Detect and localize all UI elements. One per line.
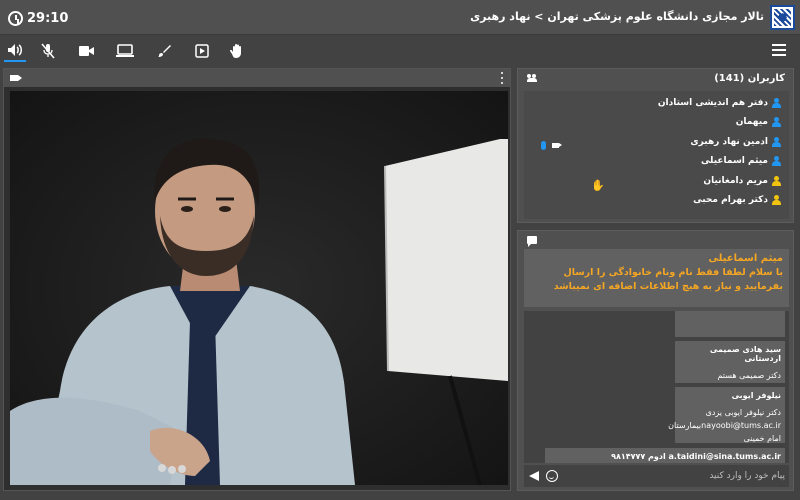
chat-message <box>675 311 785 337</box>
message-text: دکتر صمیمی هستم <box>717 371 781 380</box>
video-panel-header <box>4 69 510 87</box>
user-list-item[interactable]: میثم اسماعیلی <box>701 153 781 169</box>
pinned-text: با سلام لطفا فقط نام ونام خانوادگی را ار… <box>553 267 783 292</box>
screen-share-icon[interactable] <box>114 40 136 62</box>
chat-input-bar <box>524 465 789 487</box>
user-list-item[interactable]: ادمین نهاد رهبری <box>690 134 781 150</box>
send-icon[interactable] <box>529 471 539 481</box>
user-list-item[interactable]: دکتر بهرام محبی <box>693 192 781 208</box>
message-author: a.taidini@sina.tums.ac.ir ادوم ۹۸۱۴۷۷۷ <box>611 452 781 461</box>
user-name: میثم اسماعیلی <box>700 156 768 166</box>
user-icon <box>772 137 781 147</box>
session-timer: 29:10 <box>8 8 68 28</box>
user-list[interactable]: دفتر هم اندیشی استادان میهمان ادمین نهاد… <box>524 91 789 219</box>
video-frame-image <box>10 91 508 485</box>
chat-message: سید هادی صمیمی اردستانی دکتر صمیمی هستم <box>675 341 785 383</box>
message-author: سید هادی صمیمی اردستانی <box>709 345 781 363</box>
user-list-item[interactable]: مریم دامغانیان <box>703 173 781 189</box>
mic-off-icon[interactable] <box>37 40 59 62</box>
user-name: مریم دامغانیان <box>703 176 768 186</box>
users-panel: کاربران (141) دفتر هم اندیشی استادان میه… <box>517 68 794 223</box>
user-icon <box>772 195 781 205</box>
message-text: دکتر نیلوفر ایوبی یزدی nayoobi@tums.ac.i… <box>668 408 781 443</box>
chat-messages[interactable]: سید هادی صمیمی اردستانی دکتر صمیمی هستم … <box>524 311 789 463</box>
mic-on-icon <box>541 141 546 150</box>
app-title: تالار مجازی دانشگاه علوم پزشکی تهران > ن… <box>470 10 764 23</box>
users-panel-header: کاربران (141) <box>518 69 793 87</box>
message-author: نیلوفر ایوبی <box>731 391 781 400</box>
presentation-icon[interactable] <box>191 40 213 62</box>
raise-hand-icon[interactable] <box>226 40 248 62</box>
title-bar: 29:10 تالار مجازی دانشگاه علوم پزشکی تهر… <box>0 0 800 35</box>
raised-hand-icon: ✋ <box>591 179 605 192</box>
user-name: ادمین نهاد رهبری <box>690 137 768 147</box>
chat-panel: میثم اسماعیلی با سلام لطفا فقط نام ونام … <box>517 230 794 491</box>
user-list-item[interactable]: دفتر هم اندیشی استادان <box>658 95 781 111</box>
user-icon <box>772 98 781 108</box>
user-icon <box>772 156 781 166</box>
camera-on-icon <box>552 143 562 148</box>
pinned-author: میثم اسماعیلی <box>708 253 783 264</box>
toolbar <box>0 36 800 66</box>
clock-icon <box>8 10 23 26</box>
emoji-icon[interactable] <box>546 470 558 482</box>
webcam-video <box>10 91 508 485</box>
user-name: دکتر بهرام محبی <box>693 195 768 205</box>
users-icon <box>527 74 537 82</box>
user-name: میهمان <box>735 117 768 127</box>
chat-icon <box>527 236 537 247</box>
chat-message: a.taidini@sina.tums.ac.ir ادوم ۹۸۱۴۷۷۷ <box>545 448 785 463</box>
menu-icon[interactable] <box>772 44 786 56</box>
users-count-title: کاربران (141) <box>714 73 785 84</box>
chat-input[interactable] <box>575 467 785 485</box>
video-camera-icon <box>10 75 22 81</box>
timer-text: 29:10 <box>27 10 69 26</box>
chat-message: نیلوفر ایوبی دکتر نیلوفر ایوبی یزدی nayo… <box>668 387 785 443</box>
speaker-icon[interactable] <box>4 40 26 62</box>
video-panel <box>3 68 511 491</box>
whiteboard-icon[interactable] <box>153 40 175 62</box>
user-name: دفتر هم اندیشی استادان <box>657 98 768 108</box>
user-icon <box>772 176 781 186</box>
user-list-item[interactable]: میهمان <box>736 114 781 130</box>
camera-icon[interactable] <box>76 40 98 62</box>
user-icon <box>772 117 781 127</box>
pinned-message: میثم اسماعیلی با سلام لطفا فقط نام ونام … <box>524 249 789 307</box>
university-logo <box>770 5 795 30</box>
video-options-icon[interactable] <box>501 72 504 84</box>
